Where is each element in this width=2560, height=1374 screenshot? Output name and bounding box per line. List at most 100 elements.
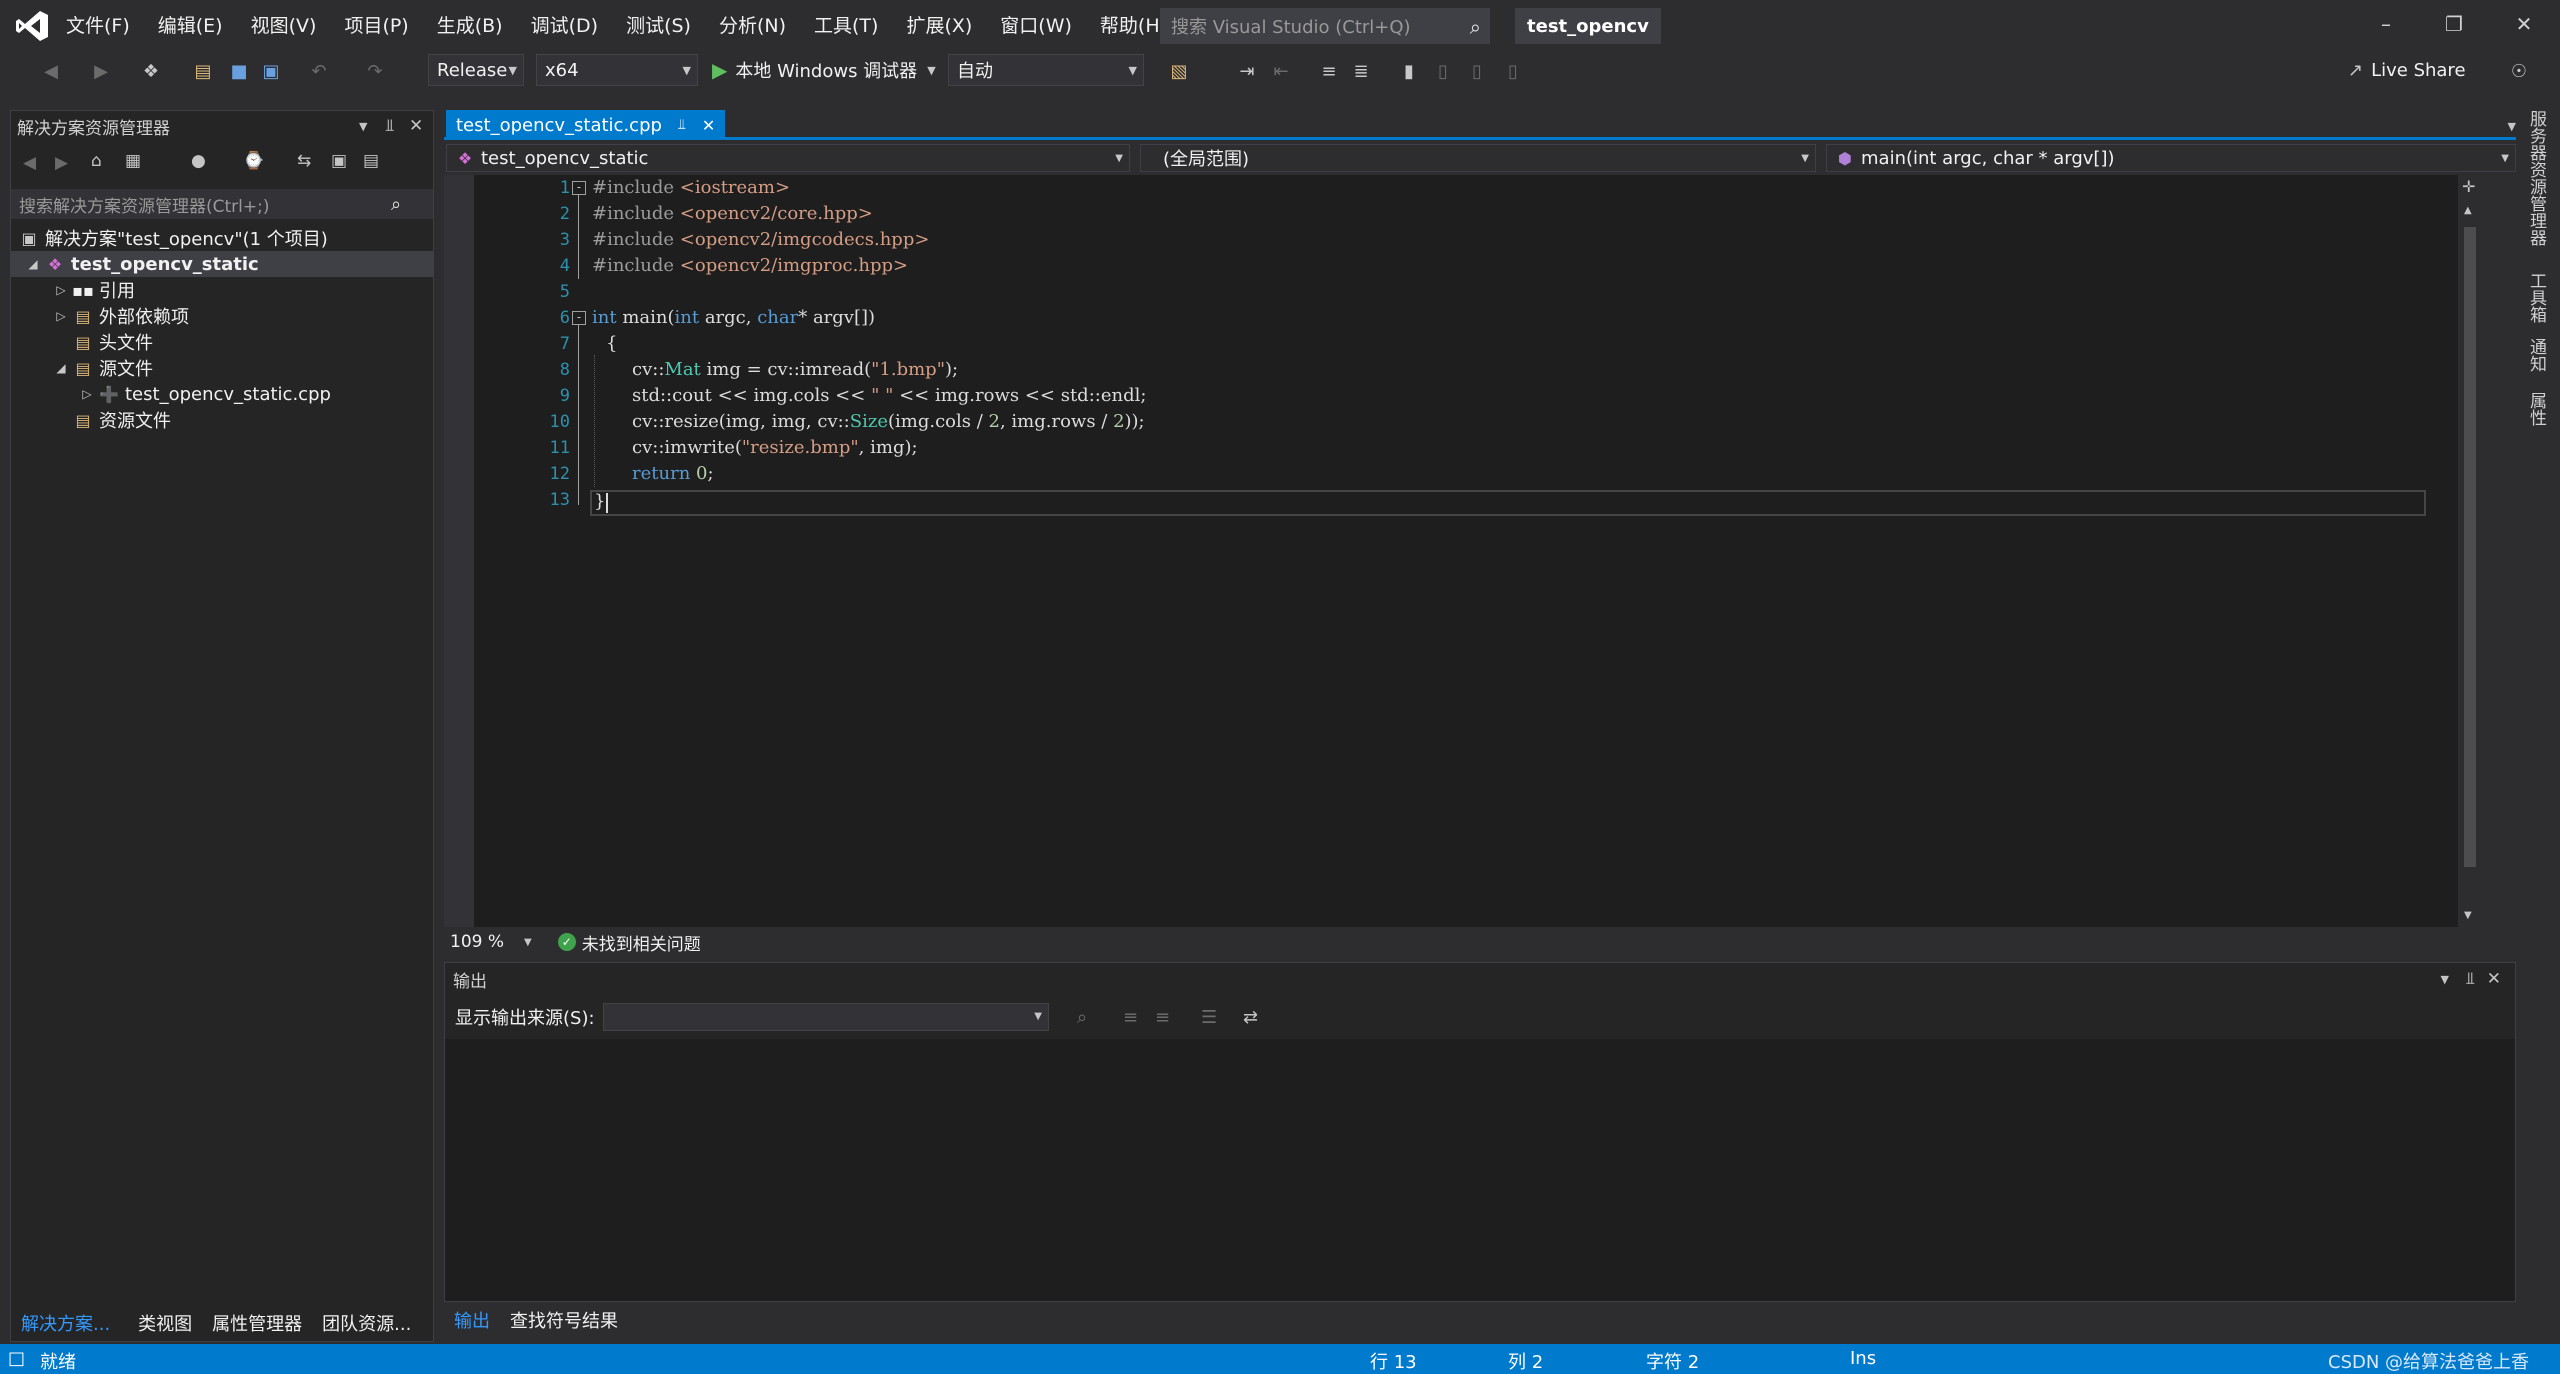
feedback-icon[interactable]: ☉ <box>2506 58 2532 84</box>
live-share-button[interactable]: ↗ Live Share <box>2348 54 2466 86</box>
pending-changes-icon[interactable]: ⌚ <box>243 151 264 171</box>
forward-icon[interactable]: ▶ <box>55 153 68 173</box>
tree-item-resource-files[interactable]: ▤ 资源文件 <box>71 407 171 433</box>
tree-item-references[interactable]: ▷ ▪▪ 引用 <box>51 277 135 303</box>
tab-solution-explorer[interactable]: 解决方案... <box>11 1310 120 1336</box>
split-icon[interactable]: ✛ <box>2462 177 2475 196</box>
status-char[interactable]: 字符 2 <box>1646 1348 1699 1374</box>
issues-status[interactable]: 未找到相关问题 <box>582 930 701 955</box>
new-project-icon[interactable]: ❖ <box>138 58 164 84</box>
sync-icon[interactable]: ⇆ <box>297 151 311 171</box>
show-all-files-icon[interactable]: ▤ <box>363 151 379 171</box>
outdent-icon[interactable]: ≣ <box>1348 58 1374 84</box>
tab-team-explorer[interactable]: 团队资源... <box>312 1310 421 1336</box>
rail-properties[interactable]: 属性 <box>2524 392 2549 426</box>
save-icon[interactable]: ■ <box>226 58 252 84</box>
collapse-all-icon[interactable]: ▣ <box>331 151 347 171</box>
indent-icon[interactable]: ≡ <box>1316 58 1342 84</box>
find-message-icon[interactable]: ⌕ <box>1077 1007 1087 1028</box>
menu-test[interactable]: 测试(S) <box>612 6 705 46</box>
prev-message-icon[interactable]: ≡ <box>1123 1007 1138 1028</box>
tree-item-header-files[interactable]: ▤ 头文件 <box>71 329 153 355</box>
step-out-icon[interactable]: ⇤ <box>1268 58 1294 84</box>
member-dropdown[interactable]: ⬢ main(int argc, char * argv[]) ▼ <box>1826 144 2516 172</box>
tree-item-source-files[interactable]: ◢ ▤ 源文件 <box>51 355 153 381</box>
close-icon[interactable]: ✕ <box>2487 969 2501 989</box>
back-icon[interactable]: ◀ <box>38 58 64 84</box>
clear-all-icon[interactable]: ☰ <box>1201 1007 1217 1028</box>
chevron-down-icon[interactable]: ▼ <box>2508 120 2516 133</box>
close-icon[interactable]: ✕ <box>409 116 423 136</box>
zoom-level[interactable]: 109 % <box>450 932 504 952</box>
platform-dropdown[interactable]: x64 ▼ <box>536 54 698 86</box>
chevron-down-icon[interactable]: ▼ <box>359 120 367 133</box>
search-input[interactable]: 搜索 Visual Studio (Ctrl+Q) ⌕ <box>1160 8 1490 44</box>
next-message-icon[interactable]: ≡ <box>1155 1007 1170 1028</box>
pin-icon[interactable]: ⫫ <box>2465 969 2475 989</box>
next-bookmark-icon[interactable]: ▯ <box>1464 58 1490 84</box>
home-icon[interactable]: ⌂ <box>91 151 102 171</box>
menu-project[interactable]: 项目(P) <box>330 6 422 46</box>
close-button[interactable]: ✕ <box>2496 0 2552 48</box>
menu-extensions[interactable]: 扩展(X) <box>892 6 986 46</box>
pin-icon[interactable]: ⫫ <box>678 117 686 133</box>
menu-window[interactable]: 窗口(W) <box>986 6 1086 46</box>
menu-view[interactable]: 视图(V) <box>237 6 331 46</box>
project-dropdown[interactable]: ❖ test_opencv_static ▼ <box>446 144 1130 172</box>
close-icon[interactable]: ✕ <box>702 116 715 135</box>
start-debugging-button[interactable]: ▶ 本地 Windows 调试器 ▼ <box>712 54 936 86</box>
auto-dropdown[interactable]: 自动 ▼ <box>948 54 1144 86</box>
pin-icon[interactable]: ⫫ <box>385 116 395 136</box>
tree-item-project[interactable]: ◢ ❖ test_opencv_static <box>11 251 433 277</box>
bookmark-icon[interactable]: ▮ <box>1396 58 1422 84</box>
word-wrap-icon[interactable]: ⇄ <box>1243 1007 1258 1028</box>
redo-icon[interactable]: ↷ <box>362 58 388 84</box>
rail-toolbox[interactable]: 工具箱 <box>2524 272 2549 323</box>
output-window-icon[interactable]: □ <box>8 1348 25 1369</box>
restore-button[interactable]: ❐ <box>2426 0 2482 48</box>
menu-tools[interactable]: 工具(T) <box>800 6 892 46</box>
status-line[interactable]: 行 13 <box>1370 1348 1417 1374</box>
status-column[interactable]: 列 2 <box>1508 1348 1543 1374</box>
chevron-down-icon[interactable]: ▼ <box>524 937 532 948</box>
output-source-dropdown[interactable]: ▼ <box>603 1003 1049 1031</box>
tab-output[interactable]: 输出 <box>444 1307 500 1333</box>
tab-property-manager[interactable]: 属性管理器 <box>202 1310 312 1336</box>
solution-search-input[interactable]: 搜索解决方案资源管理器(Ctrl+;) ⌕ <box>11 189 433 219</box>
switch-views-icon[interactable]: ▦ <box>125 151 141 171</box>
find-in-files-icon[interactable]: ▧ <box>1166 58 1192 84</box>
tab-find-symbol-results[interactable]: 查找符号结果 <box>500 1307 628 1333</box>
tab-document[interactable]: test_opencv_static.cpp ⫫ ✕ <box>446 110 726 140</box>
save-all-icon[interactable]: ▣ <box>258 58 284 84</box>
tree-item-solution[interactable]: ▣ 解决方案"test_opencv"(1 个项目) <box>17 225 327 251</box>
back-icon[interactable]: ◀ <box>23 153 36 173</box>
menu-edit[interactable]: 编辑(E) <box>144 6 237 46</box>
breakpoint-gutter[interactable] <box>444 175 474 927</box>
minimize-button[interactable]: – <box>2358 0 2414 48</box>
rail-server-explorer[interactable]: 服务器资源管理器 <box>2524 110 2549 246</box>
collapse-region-icon[interactable]: - <box>572 311 586 325</box>
vertical-scrollbar[interactable]: ✛ ▲ ▼ <box>2458 175 2482 927</box>
output-text-area[interactable] <box>445 1039 2515 1301</box>
chevron-down-icon[interactable]: ▼ <box>2441 973 2449 986</box>
menu-analyze[interactable]: 分析(N) <box>705 6 800 46</box>
clear-bookmarks-icon[interactable]: ▯ <box>1500 58 1526 84</box>
scroll-up-icon[interactable]: ▲ <box>2464 205 2472 216</box>
scope-dropdown[interactable]: (全局范围) ▼ <box>1140 144 1816 172</box>
refresh-icon[interactable]: ● <box>191 151 206 171</box>
menu-file[interactable]: 文件(F) <box>52 6 144 46</box>
scroll-down-icon[interactable]: ▼ <box>2464 910 2472 921</box>
code-editor[interactable]: 1 2 3 4 5 6 7 8 9 10 11 12 13 - - #inclu… <box>444 175 2482 927</box>
config-dropdown[interactable]: Release ▼ <box>428 54 524 86</box>
status-insert-mode[interactable]: Ins <box>1850 1348 1876 1369</box>
menu-debug[interactable]: 调试(D) <box>517 6 612 46</box>
collapse-region-icon[interactable]: - <box>572 181 586 195</box>
menu-build[interactable]: 生成(B) <box>423 6 517 46</box>
step-icon[interactable]: ⇥ <box>1234 58 1260 84</box>
prev-bookmark-icon[interactable]: ▯ <box>1430 58 1456 84</box>
forward-icon[interactable]: ▶ <box>88 58 114 84</box>
open-folder-icon[interactable]: ▤ <box>190 58 216 84</box>
tree-item-source-file[interactable]: ▷ ➕ test_opencv_static.cpp <box>77 381 331 407</box>
tab-class-view[interactable]: 类视图 <box>128 1310 202 1336</box>
tree-item-external-deps[interactable]: ▷ ▤ 外部依赖项 <box>51 303 189 329</box>
